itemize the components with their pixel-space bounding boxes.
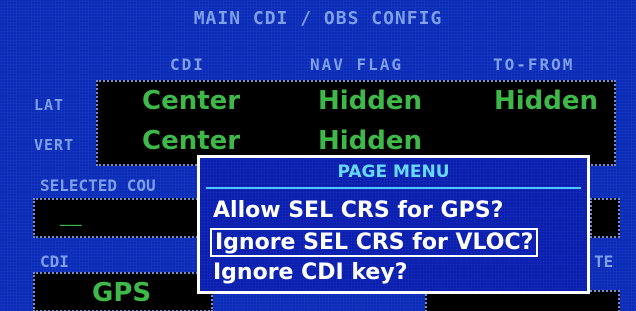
page-menu: PAGE MENU Allow SEL CRS for GPS? Ignore …: [197, 155, 590, 294]
row-label-lat: LAT: [34, 96, 65, 114]
page-title: MAIN CDI / OBS CONFIG: [193, 8, 443, 29]
header-to-from: TO-FROM: [493, 55, 575, 74]
cdi-source-value[interactable]: GPS: [92, 278, 151, 308]
right-field-box: [590, 198, 620, 238]
menu-item-allow-sel-crs-gps[interactable]: Allow SEL CRS for GPS?: [210, 198, 506, 223]
lat-to-from-value[interactable]: Hidden: [494, 86, 598, 116]
page-menu-title: PAGE MENU: [337, 162, 450, 182]
row-label-vert: VERT: [34, 136, 75, 154]
header-nav-flag: NAV FLAG: [310, 55, 404, 74]
selected-course-label: SELECTED COU: [40, 176, 156, 195]
lat-nav-flag-value[interactable]: Hidden: [318, 86, 422, 116]
vert-cdi-value[interactable]: Center: [142, 126, 240, 156]
config-screen: MAIN CDI / OBS CONFIG CDI NAV FLAG TO-FR…: [0, 0, 636, 311]
page-menu-divider: [206, 187, 581, 189]
menu-item-ignore-sel-crs-vloc[interactable]: Ignore SEL CRS for VLOC?: [210, 228, 539, 257]
vert-nav-flag-value[interactable]: Hidden: [318, 126, 422, 156]
header-cdi: CDI: [170, 55, 205, 74]
lat-cdi-value[interactable]: Center: [142, 86, 240, 116]
menu-item-ignore-cdi-key[interactable]: Ignore CDI key?: [210, 260, 410, 285]
selected-course-value[interactable]: ___: [60, 212, 82, 226]
cdi-section-right-label: TE: [594, 252, 614, 271]
cdi-section-label: CDI: [40, 252, 69, 271]
